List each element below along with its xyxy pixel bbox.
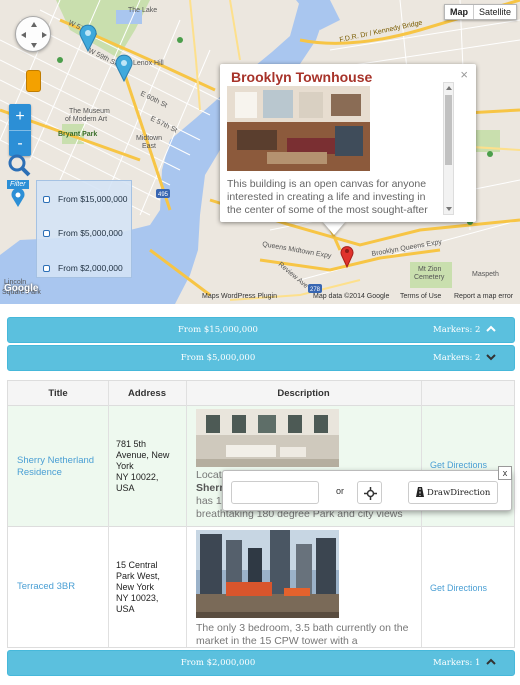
- info-window-tail: [322, 221, 346, 235]
- map-marker-icon[interactable]: [79, 24, 97, 52]
- listings-table: Title Address Description Sherry Netherl…: [7, 380, 515, 648]
- svg-text:Queens Midtown Expy: Queens Midtown Expy: [262, 241, 333, 260]
- draw-direction-label: DrawDirection: [427, 488, 491, 498]
- map-label: The Lake: [128, 7, 157, 14]
- plugin-credit[interactable]: Maps WordPress Plugin: [202, 293, 277, 300]
- column-divider: [108, 381, 109, 647]
- svg-text:Mt Zion: Mt Zion: [418, 266, 441, 273]
- get-directions-link[interactable]: Get Directions: [430, 583, 487, 593]
- map-type-control: Map Satellite: [443, 4, 517, 20]
- locate-button[interactable]: [357, 481, 382, 504]
- close-icon[interactable]: ×: [460, 67, 468, 82]
- chevron-up-icon[interactable]: [486, 657, 496, 670]
- group-label: From $15,000,000: [178, 325, 258, 335]
- map-type-satellite-button[interactable]: Satellite: [472, 5, 516, 19]
- marker-count: Markers: 2: [433, 325, 481, 335]
- listing-photo: [196, 530, 339, 623]
- magnifier-icon[interactable]: [6, 152, 32, 178]
- column-header-title[interactable]: Title: [8, 388, 108, 399]
- group-bar[interactable]: From $5,000,000 Markers: 2: [7, 345, 515, 371]
- table-row: Terraced 3BR 15 Central Park West, New Y…: [8, 527, 514, 647]
- map-marker-icon[interactable]: [340, 244, 354, 268]
- svg-text:495: 495: [158, 192, 169, 198]
- svg-text:Maspeth: Maspeth: [472, 271, 499, 278]
- zoom-control: + -: [9, 104, 31, 156]
- chevron-up-icon[interactable]: [486, 324, 496, 337]
- listing-address: 781 5th Avenue, New York NY 10022, USA: [116, 439, 170, 493]
- info-window: Brooklyn Townhouse × This building is an…: [220, 64, 476, 222]
- origin-input[interactable]: [231, 481, 319, 504]
- listing-address: 15 Central Park West, New York NY 10023,…: [116, 560, 160, 614]
- road-icon: [415, 486, 425, 501]
- marker-count: Markers: 2: [433, 353, 481, 363]
- map-type-map-button[interactable]: Map: [445, 5, 473, 19]
- map-attribution: Maps WordPress Plugin Map data ©2014 Goo…: [0, 292, 520, 304]
- report-error-link[interactable]: Report a map error: [454, 293, 513, 300]
- svg-text:Bryant Park: Bryant Park: [58, 131, 97, 138]
- table-header: Title Address Description: [8, 381, 514, 406]
- filter-checkbox[interactable]: [43, 229, 50, 237]
- info-window-description: This building is an open canvas for anyo…: [227, 178, 428, 216]
- filter-option[interactable]: From $15,000,000: [43, 194, 127, 204]
- column-divider: [421, 381, 422, 647]
- map-marker-icon: [11, 188, 25, 207]
- filter-label: From $15,000,000: [58, 194, 128, 204]
- group-bar[interactable]: From $2,000,000 Markers: 1: [7, 650, 515, 676]
- filter-option[interactable]: From $5,000,000: [43, 228, 123, 238]
- filter-option[interactable]: From $2,000,000: [43, 263, 123, 273]
- listing-photo: [196, 409, 339, 472]
- map[interactable]: The Lake W 57th St W 59th St Lenox Hill …: [0, 0, 520, 304]
- pan-control-icon[interactable]: [15, 16, 51, 52]
- pegman-icon[interactable]: [26, 70, 41, 92]
- filter-label: From $5,000,000: [58, 228, 123, 238]
- filter-checkbox[interactable]: [43, 264, 50, 272]
- group-label: From $2,000,000: [180, 658, 256, 668]
- page: The Lake W 57th St W 59th St Lenox Hill …: [0, 0, 520, 685]
- svg-text:Midtown: Midtown: [136, 135, 162, 142]
- property-photo: [227, 86, 370, 171]
- locate-icon: [364, 487, 377, 500]
- info-window-title[interactable]: Brooklyn Townhouse: [231, 69, 372, 85]
- listing-title-link[interactable]: Sherry Netherland Residence: [17, 455, 107, 479]
- svg-text:East: East: [142, 143, 156, 150]
- listing-description: The only 3 bedroom, 3.5 bath currently o…: [196, 622, 409, 647]
- svg-text:of Modern Art: of Modern Art: [65, 116, 107, 123]
- listing-title-link[interactable]: Terraced 3BR: [17, 581, 107, 593]
- column-header-description[interactable]: Description: [186, 388, 421, 399]
- zoom-in-button[interactable]: +: [9, 104, 31, 130]
- info-window-scrollbar[interactable]: [443, 82, 454, 215]
- filter-label: From $2,000,000: [58, 263, 123, 273]
- close-icon[interactable]: x: [498, 466, 512, 480]
- map-data-credit: Map data ©2014 Google: [313, 293, 390, 300]
- filter-checkbox[interactable]: [43, 195, 50, 203]
- svg-text:The Museum: The Museum: [69, 108, 110, 115]
- column-header-address[interactable]: Address: [108, 388, 186, 399]
- get-directions-link[interactable]: Get Directions: [430, 460, 487, 470]
- group-label: From $5,000,000: [180, 353, 256, 363]
- marker-count: Markers: 1: [433, 658, 481, 668]
- map-marker-icon[interactable]: [115, 54, 133, 82]
- directions-popover: or DrawDirection: [222, 470, 512, 511]
- svg-text:E 57th St: E 57th St: [149, 116, 178, 135]
- draw-direction-button[interactable]: DrawDirection: [408, 481, 498, 504]
- filter-panel: From $15,000,000 From $5,000,000 From $2…: [36, 180, 132, 278]
- terms-link[interactable]: Terms of Use: [400, 293, 441, 300]
- chevron-down-icon[interactable]: [486, 352, 496, 365]
- or-label: or: [336, 486, 345, 496]
- column-divider: [186, 381, 187, 647]
- group-bar[interactable]: From $15,000,000 Markers: 2: [7, 317, 515, 343]
- svg-text:Lenox Hill: Lenox Hill: [133, 60, 164, 67]
- svg-text:Cemetery: Cemetery: [414, 274, 445, 281]
